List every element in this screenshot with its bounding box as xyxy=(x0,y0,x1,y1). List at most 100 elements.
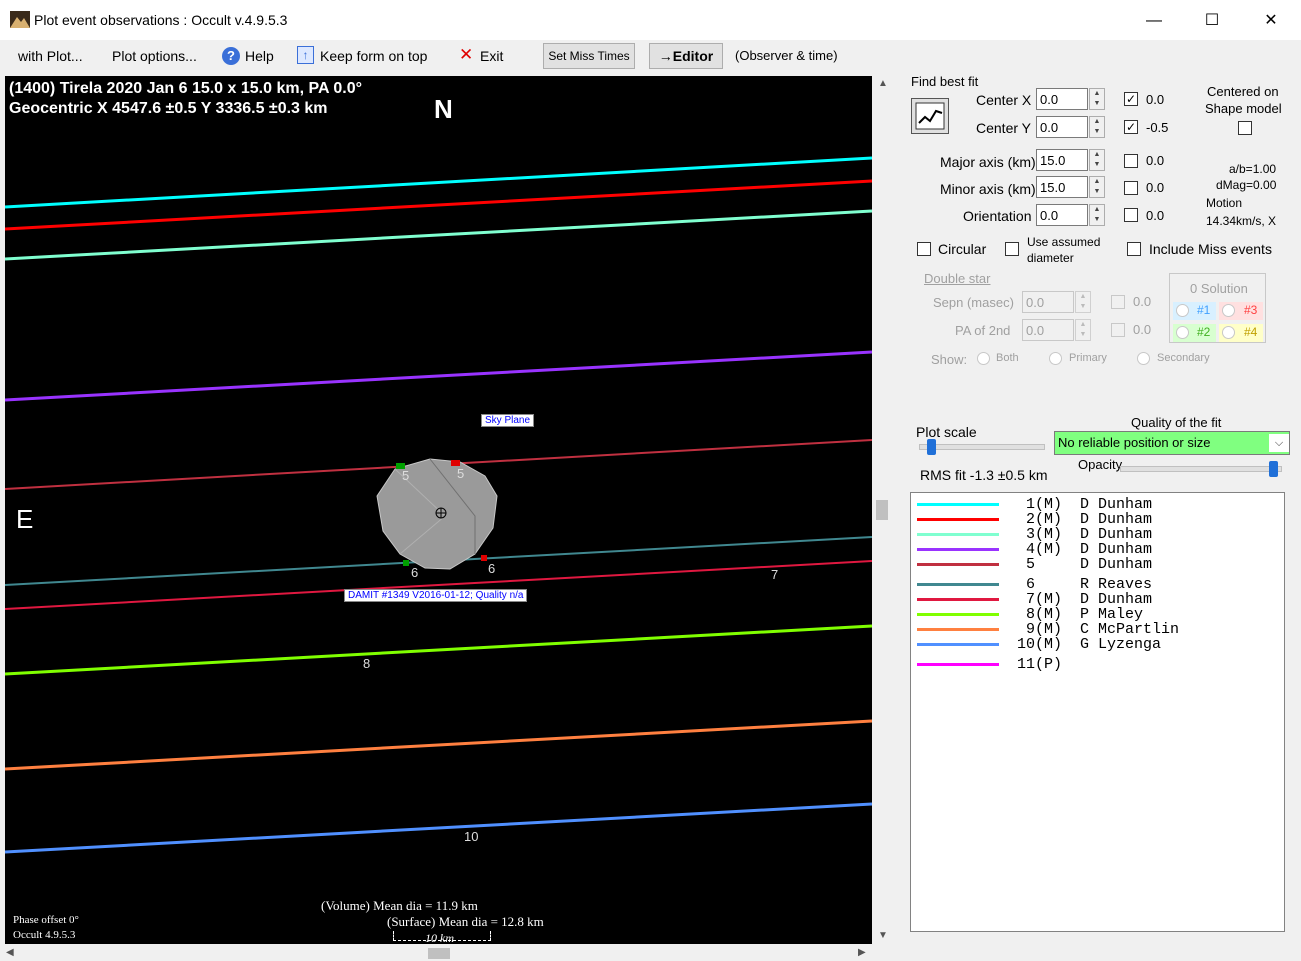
menu-keep-on-top[interactable]: Keep form on top xyxy=(320,46,427,66)
scroll-thumb[interactable] xyxy=(876,500,888,520)
orientation-input[interactable]: 0.0 xyxy=(1036,204,1088,226)
menu-plot-options[interactable]: Plot options... xyxy=(112,46,197,66)
show-secondary-radio[interactable] xyxy=(1137,352,1150,365)
center-x-fit-value: 0.0 xyxy=(1146,92,1165,107)
observer-color-line xyxy=(917,613,999,616)
pa-2nd-label: PA of 2nd xyxy=(955,323,1011,338)
observer-label: 6 R Reaves xyxy=(1017,576,1153,593)
sepn-input[interactable]: 0.0 xyxy=(1022,291,1074,313)
centered-on-label: Centered on xyxy=(1207,84,1279,99)
menu-exit[interactable]: Exit xyxy=(480,46,503,66)
sky-plane-label: Sky Plane xyxy=(481,414,535,427)
help-icon: ? xyxy=(222,47,240,65)
damit-label: DAMIT #1349 V2016-01-12; Quality n/a xyxy=(344,589,528,602)
chord-label-10: 10 xyxy=(464,829,479,844)
orientation-spinner[interactable]: ▲ ▼ xyxy=(1089,204,1105,226)
shape-model-label: Shape model xyxy=(1205,101,1282,116)
opacity-label: Opacity xyxy=(1078,457,1123,472)
chord-line-3 xyxy=(5,209,872,261)
solution-1-radio[interactable] xyxy=(1176,304,1189,317)
observer-label: 2(M) D Dunham xyxy=(1017,511,1153,528)
major-axis-spinner[interactable]: ▲ ▼ xyxy=(1089,149,1105,171)
centered-shape-checkbox[interactable] xyxy=(1238,121,1252,135)
include-miss-label: Include Miss events xyxy=(1149,241,1272,257)
center-y-checkbox[interactable]: ✓ xyxy=(1124,120,1138,134)
plot-scale-slider[interactable] xyxy=(919,439,1045,455)
vertical-scrollbar[interactable]: ▲ ▼ xyxy=(874,76,891,944)
center-y-spinner[interactable]: ▲ ▼ xyxy=(1089,116,1105,138)
solution-2-radio[interactable] xyxy=(1176,326,1189,339)
show-primary-label: Primary xyxy=(1069,352,1107,364)
observer-color-line xyxy=(917,583,999,586)
minor-axis-spinner[interactable]: ▲ ▼ xyxy=(1089,176,1105,198)
plot-scale-label: Plot scale xyxy=(916,424,977,440)
center-y-input[interactable]: 0.0 xyxy=(1036,116,1088,138)
minimize-button[interactable]: — xyxy=(1134,8,1174,34)
chord-label-6a: 6 xyxy=(411,565,419,580)
include-miss-checkbox[interactable] xyxy=(1127,242,1141,256)
sepn-spinner[interactable]: ▲ ▼ xyxy=(1075,291,1091,313)
observer-label: 10(M) G Lyzenga xyxy=(1017,636,1162,653)
major-axis-input[interactable]: 15.0 xyxy=(1036,149,1088,171)
opacity-thumb[interactable] xyxy=(1269,461,1278,477)
observer-color-line xyxy=(917,548,999,551)
keep-on-top-icon: ↑ xyxy=(297,46,314,64)
orientation-checkbox[interactable] xyxy=(1124,208,1138,222)
minor-axis-input[interactable]: 15.0 xyxy=(1036,176,1088,198)
chord-line-1 xyxy=(5,156,872,209)
observer-label: 4(M) D Dunham xyxy=(1017,541,1153,558)
opacity-slider[interactable] xyxy=(1120,461,1282,477)
observer-color-line xyxy=(917,563,999,566)
center-x-input[interactable]: 0.0 xyxy=(1036,88,1088,110)
minor-axis-label: Minor axis (km) xyxy=(940,181,1036,197)
chord-marker-6b xyxy=(481,555,487,561)
observer-time-button[interactable]: (Observer & time) xyxy=(735,46,838,66)
observer-label: 1(M) D Dunham xyxy=(1017,496,1153,513)
plot-scale-thumb[interactable] xyxy=(927,439,936,455)
center-x-spinner[interactable]: ▲ ▼ xyxy=(1089,88,1105,110)
solution-3-label: #3 xyxy=(1244,303,1258,317)
horizontal-scrollbar[interactable]: ◀ ▶ xyxy=(0,946,872,961)
chord-plot xyxy=(5,156,872,854)
editor-button[interactable]: →Editor xyxy=(649,43,723,69)
scroll-up-icon: ▲ xyxy=(878,78,888,89)
circular-checkbox[interactable] xyxy=(917,242,931,256)
maximize-button[interactable]: ☐ xyxy=(1192,8,1232,34)
chord-line-8 xyxy=(5,624,872,676)
asteroid-shape xyxy=(376,458,498,570)
observer-label: 7(M) D Dunham xyxy=(1017,591,1153,608)
show-both-radio[interactable] xyxy=(977,352,990,365)
motion-value: 14.34km/s, X xyxy=(1206,214,1277,228)
pa-2nd-fit-value: 0.0 xyxy=(1133,322,1152,337)
center-x-checkbox[interactable]: ✓ xyxy=(1124,92,1138,106)
chord-label-5b: 5 xyxy=(457,466,465,481)
plot-canvas[interactable]: (1400) Tirela 2020 Jan 6 15.0 x 15.0 km,… xyxy=(5,76,872,944)
pa-2nd-spinner[interactable]: ▲ ▼ xyxy=(1075,319,1091,341)
chord-line-10 xyxy=(5,802,872,854)
minor-axis-checkbox[interactable] xyxy=(1124,181,1138,195)
observer-label: 5 D Dunham xyxy=(1017,556,1153,573)
menu-with-plot[interactable]: with Plot... xyxy=(18,46,83,66)
quality-dropdown[interactable]: No reliable position or size ⌵ xyxy=(1054,431,1290,455)
center-y-fit-value: -0.5 xyxy=(1146,120,1169,135)
show-primary-radio[interactable] xyxy=(1049,352,1062,365)
show-label: Show: xyxy=(931,352,968,367)
pa-2nd-input[interactable]: 0.0 xyxy=(1022,319,1074,341)
hscroll-thumb[interactable] xyxy=(428,948,450,959)
major-axis-checkbox[interactable] xyxy=(1124,154,1138,168)
observer-label: 9(M) C McPartlin xyxy=(1017,621,1180,638)
use-assumed-diameter-checkbox[interactable] xyxy=(1005,242,1019,256)
observer-list[interactable]: 1(M) D Dunham 2(M) D Dunham 3(M) D Dunha… xyxy=(910,492,1285,932)
set-miss-times-button[interactable]: Set Miss Times xyxy=(543,43,635,69)
chord-line-4 xyxy=(5,350,872,402)
occult-app-icon xyxy=(10,11,30,28)
menu-help[interactable]: Help xyxy=(245,46,274,66)
pa-2nd-checkbox[interactable] xyxy=(1111,323,1125,337)
solution-4-radio[interactable] xyxy=(1222,326,1235,339)
solution-3-radio[interactable] xyxy=(1222,304,1235,317)
find-best-fit-button[interactable] xyxy=(911,98,949,134)
close-button[interactable]: ✕ xyxy=(1251,8,1291,34)
ab-ratio: a/b=1.00 xyxy=(1229,162,1277,176)
sepn-checkbox[interactable] xyxy=(1111,295,1125,309)
solution-1-label: #1 xyxy=(1197,303,1211,317)
